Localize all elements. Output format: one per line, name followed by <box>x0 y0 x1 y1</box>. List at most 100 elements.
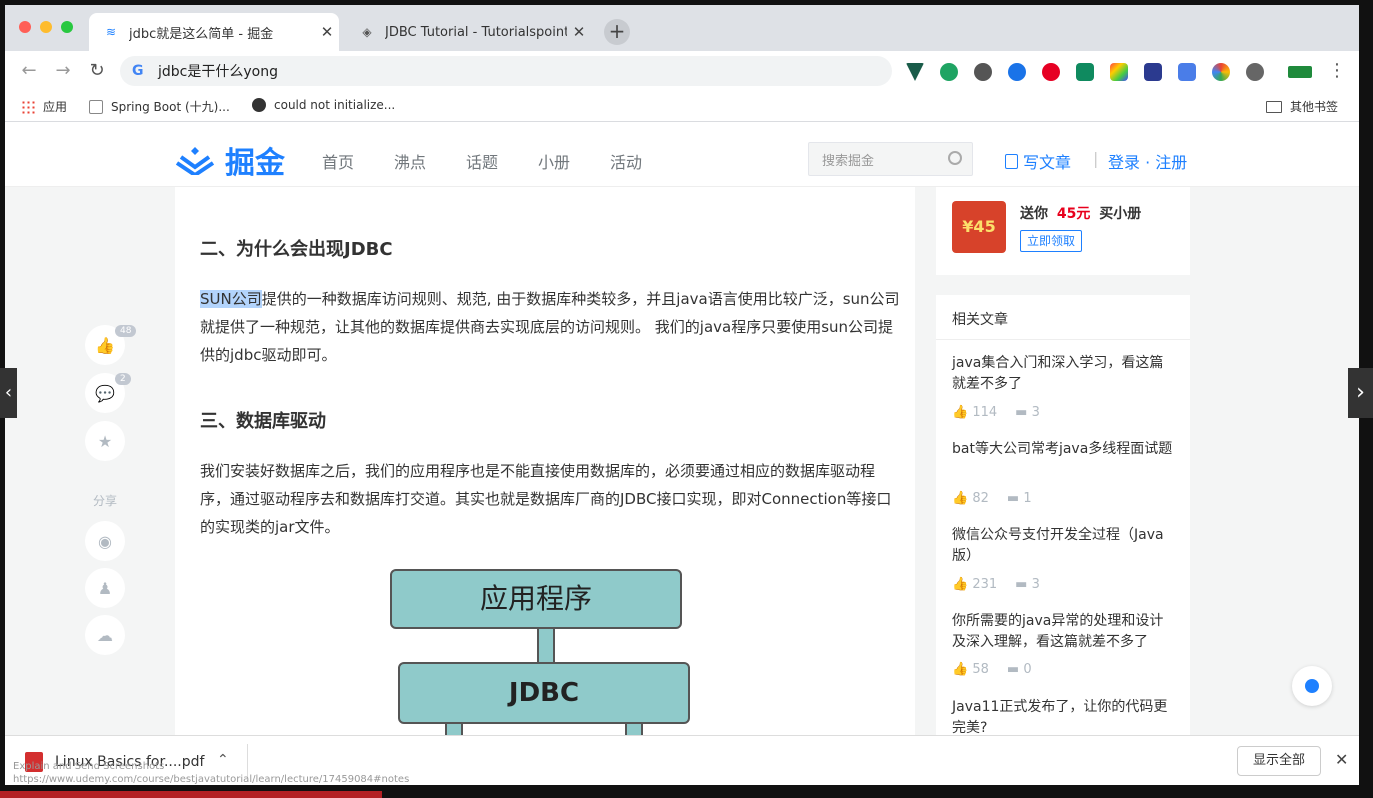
show-all-button[interactable]: 显示全部 <box>1237 746 1321 776</box>
site-header: 掘金 首页 沸点 话题 小册 活动 搜索掘金 写文章 | 登录 · 注册 <box>5 122 1359 187</box>
article-paragraph: 我们安装好数据库之后，我们的应用程序也是不能直接使用数据库的，必须要通过相应的数… <box>200 462 892 536</box>
close-window-button[interactable] <box>19 21 31 33</box>
new-tab-button[interactable]: + <box>604 19 630 45</box>
paragraph-text: 提供的一种数据库访问规则、规范, 由于数据库种类较多，并且java语言使用比较广… <box>200 290 900 364</box>
tab-tutorialspoint[interactable]: ◈ JDBC Tutorial - Tutorialspoint ✕ <box>345 13 591 51</box>
comment-icon: 💬 <box>95 383 115 403</box>
bookmark-label: 应用 <box>43 100 68 114</box>
related-articles: 相关文章 java集合入门和深入学习，看这篇就差不多了 👍 114 ▬ 3 ba… <box>936 295 1190 735</box>
battery-extension-icon[interactable] <box>1288 66 1312 78</box>
overlay-url: https://www.udemy.com/course/bestjavatut… <box>13 774 410 785</box>
related-item-title[interactable]: 你所需要的java异常的处理和设计及深入理解，看这篇就差不多了 <box>952 611 1177 653</box>
site-search-input[interactable]: 搜索掘金 <box>808 142 973 176</box>
chrome-extension-icon[interactable] <box>1212 63 1230 81</box>
nav-pins[interactable]: 沸点 <box>394 149 426 173</box>
comment-count: 3 <box>1031 577 1040 592</box>
globe-icon <box>252 98 266 112</box>
section-heading: 三、数据库驱动 <box>200 411 326 432</box>
thumbs-up-icon: 👍 <box>952 491 969 506</box>
juejin-logo[interactable]: 掘金 <box>175 138 285 182</box>
extension-circle-icon[interactable] <box>974 63 992 81</box>
address-text: jdbc是干什么yong <box>158 64 278 80</box>
apps-grid-icon <box>21 99 35 114</box>
share-weibo-button[interactable]: ◉ <box>85 521 125 561</box>
login-register-link[interactable]: 登录 · 注册 <box>1108 149 1187 173</box>
write-article-button[interactable]: 写文章 <box>1005 149 1071 173</box>
claim-button[interactable]: 立即领取 <box>1020 230 1083 252</box>
edit-icon <box>1005 153 1018 169</box>
share-qq-button[interactable]: ♟ <box>85 568 125 608</box>
page-icon <box>89 99 103 114</box>
browser-window: ≋ jdbc就是这么简单 - 掘金 ✕ ◈ JDBC Tutorial - Tu… <box>5 5 1359 785</box>
weibo-icon: ◉ <box>98 531 112 551</box>
related-item-title[interactable]: java集合入门和深入学习，看这篇就差不多了 <box>952 353 1177 395</box>
tab-title: jdbc就是这么简单 - 掘金 <box>129 26 274 42</box>
extension-green-icon[interactable] <box>940 63 958 81</box>
nav-books[interactable]: 小册 <box>538 149 570 173</box>
favorite-button[interactable]: ★ <box>85 421 125 461</box>
nav-home[interactable]: 首页 <box>322 149 354 173</box>
nav-topics[interactable]: 话题 <box>466 149 498 173</box>
write-label: 写文章 <box>1023 153 1072 172</box>
comment-icon: ▬ <box>1006 662 1020 677</box>
share-wechat-button[interactable]: ☁ <box>85 615 125 655</box>
previous-lecture-button[interactable]: ‹ <box>0 368 17 418</box>
overlay-line: Explain and Send Screenshots <box>13 761 165 772</box>
minimize-window-button[interactable] <box>40 21 52 33</box>
comment-count: 1 <box>1023 491 1032 506</box>
extension-s-icon[interactable] <box>1076 63 1094 81</box>
share-label: 分享 <box>93 494 118 508</box>
close-icon[interactable]: ✕ <box>1335 750 1348 769</box>
related-item-meta: 👍 231 ▬ 3 <box>952 577 1040 592</box>
comment-icon: ▬ <box>1015 405 1028 420</box>
pinterest-icon[interactable] <box>1042 63 1060 81</box>
extension-colorful-icon[interactable] <box>1110 63 1128 81</box>
reload-icon[interactable]: ↻ <box>85 59 109 83</box>
comment-count: 0 <box>1023 662 1032 677</box>
nav-events[interactable]: 活动 <box>610 149 642 173</box>
thumbs-up-icon: 👍 <box>95 335 115 355</box>
bookmark-apps[interactable]: 应用 <box>21 98 67 115</box>
google-icon: G <box>132 63 144 79</box>
menu-icon[interactable]: ⋮ <box>1325 59 1349 83</box>
video-progress-bar[interactable] <box>0 791 382 798</box>
chat-button[interactable] <box>1292 666 1332 706</box>
like-count: 114 <box>972 405 998 420</box>
tab-title: JDBC Tutorial - Tutorialspoint <box>385 24 567 40</box>
next-lecture-button[interactable]: › <box>1348 368 1373 418</box>
close-tab-icon[interactable]: ✕ <box>567 23 591 41</box>
like-count: 58 <box>972 662 989 677</box>
logo-text: 掘金 <box>225 146 285 181</box>
back-icon[interactable]: ← <box>17 59 41 83</box>
bookmarks-bar: 应用 Spring Boot (十九)... could not initial… <box>5 91 1359 122</box>
tab-juejin[interactable]: ≋ jdbc就是这么简单 - 掘金 ✕ <box>89 13 339 51</box>
divider <box>936 339 1190 340</box>
extension-screen-icon[interactable] <box>1144 63 1162 81</box>
vue-devtools-icon[interactable] <box>906 63 924 81</box>
close-tab-icon[interactable]: ✕ <box>315 23 339 41</box>
extension-gear-icon[interactable] <box>1246 63 1264 81</box>
diagram-box-jdbc: JDBC <box>398 662 690 724</box>
browser-toolbar: ← → ↻ G jdbc是干什么yong ⋮ <box>5 51 1359 91</box>
article-content: 二、为什么会出现JDBC SUN公司提供的一种数据库访问规则、规范, 由于数据库… <box>175 187 915 735</box>
bookmark-could-not-initialize[interactable]: could not initialize... <box>252 98 395 112</box>
video-progress-strip <box>0 785 1373 798</box>
bookmark-label: 其他书签 <box>1290 100 1339 114</box>
bookmark-label: Spring Boot (十九)... <box>111 100 230 114</box>
maximize-window-button[interactable] <box>61 21 73 33</box>
extension-blue-icon[interactable] <box>1008 63 1026 81</box>
related-item-title[interactable]: 微信公众号支付开发全过程（Java版） <box>952 525 1177 567</box>
other-bookmarks[interactable]: 其他书签 <box>1266 98 1338 115</box>
promo-suffix: 买小册 <box>1099 206 1142 222</box>
related-item-meta: 👍 82 ▬ 1 <box>952 491 1032 506</box>
translate-icon[interactable] <box>1178 63 1196 81</box>
bookmark-spring-boot[interactable]: Spring Boot (十九)... <box>89 98 230 115</box>
related-item-title[interactable]: bat等大公司常考java多线程面试题 <box>952 439 1177 460</box>
promo-text: 送你 45元 买小册 <box>1020 203 1141 223</box>
related-item-title[interactable]: Java11正式发布了，让你的代码更完美? <box>952 697 1177 735</box>
search-placeholder: 搜索掘金 <box>822 153 875 169</box>
forward-icon[interactable]: → <box>51 59 75 83</box>
address-bar[interactable]: G jdbc是干什么yong <box>120 56 892 86</box>
qq-icon: ♟ <box>97 578 113 598</box>
search-icon[interactable] <box>948 151 962 165</box>
